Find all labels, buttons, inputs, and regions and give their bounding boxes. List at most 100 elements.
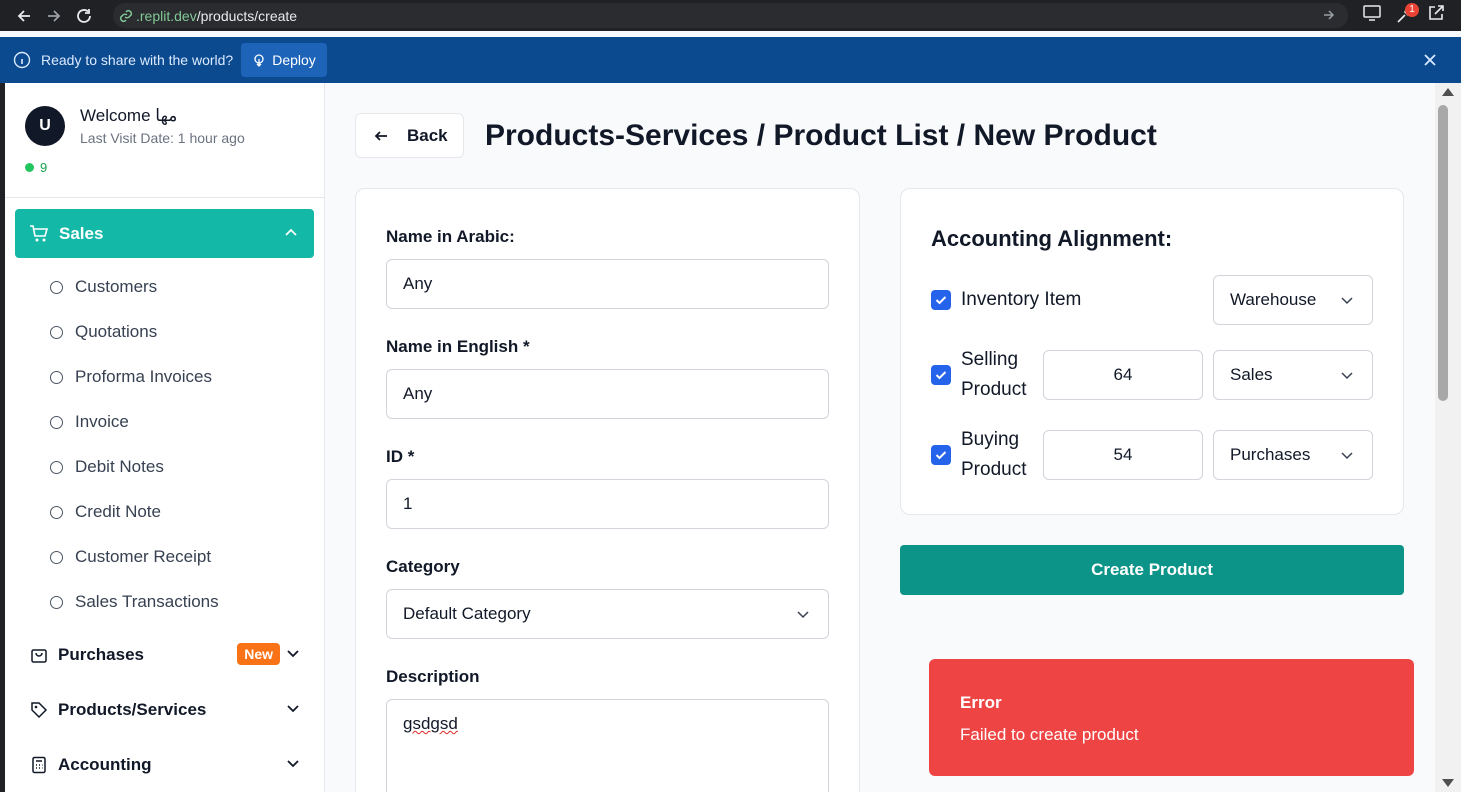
- main-content: Back Products-Services / Product List / …: [325, 83, 1435, 792]
- deploy-banner: Ready to share with the world? Deploy: [0, 37, 1461, 83]
- id-input[interactable]: 1: [386, 479, 829, 529]
- sidebar-item-quotations[interactable]: Quotations: [50, 320, 157, 344]
- sidebar-item-proforma-invoices[interactable]: Proforma Invoices: [50, 365, 212, 389]
- buying-product-checkbox[interactable]: [931, 445, 951, 465]
- sidebar-item-label: Products/Services: [58, 700, 207, 719]
- name-arabic-label: Name in Arabic:: [386, 227, 515, 246]
- browser-back-button[interactable]: [9, 0, 39, 31]
- address-bar[interactable]: .replit.dev /products/create: [113, 3, 1348, 28]
- circle-icon: [50, 460, 63, 474]
- extension-badge: 1: [1405, 2, 1419, 17]
- browser-actions: 1: [1363, 0, 1461, 31]
- banner-text: Ready to share with the world?: [41, 52, 234, 68]
- deploy-label: Deploy: [272, 52, 316, 68]
- selling-product-label-line1: Selling: [961, 349, 1019, 370]
- arrow-left-icon: [374, 130, 387, 141]
- extensions-button[interactable]: 1: [1395, 2, 1419, 25]
- circle-icon: [50, 370, 63, 384]
- sidebar-item-products-services[interactable]: Products/Services: [30, 696, 300, 724]
- chevron-down-icon: [286, 647, 300, 661]
- selling-product-checkbox[interactable]: [931, 365, 951, 385]
- sidebar-item-label: Credit Note: [75, 502, 161, 521]
- circle-icon: [50, 550, 63, 564]
- go-arrow-icon[interactable]: [1322, 8, 1336, 25]
- check-icon: [935, 371, 947, 380]
- back-label: Back: [407, 125, 448, 145]
- description-textarea[interactable]: gsdgsd: [386, 699, 829, 792]
- chevron-down-icon: [286, 757, 300, 771]
- welcome-text: Welcome مها: [80, 106, 178, 125]
- name-arabic-input[interactable]: Any: [386, 259, 829, 309]
- calculator-icon: [32, 756, 46, 774]
- sidebar-item-sales[interactable]: Sales: [15, 209, 314, 258]
- link-icon: [119, 9, 133, 23]
- scroll-down-icon[interactable]: [1442, 779, 1454, 787]
- arrow-left-icon: [17, 9, 30, 22]
- buying-account-input[interactable]: 54: [1043, 430, 1203, 480]
- inventory-account-select[interactable]: Warehouse: [1213, 275, 1373, 325]
- category-select[interactable]: Default Category: [386, 589, 829, 639]
- sidebar-item-credit-note[interactable]: Credit Note: [50, 500, 161, 524]
- close-icon[interactable]: [1423, 53, 1437, 67]
- avatar[interactable]: U: [25, 106, 65, 146]
- scroll-thumb[interactable]: [1438, 105, 1448, 401]
- sidebar-item-label: Quotations: [75, 322, 158, 341]
- selling-account-input[interactable]: 64: [1043, 350, 1203, 400]
- circle-icon: [50, 325, 63, 339]
- category-value: Default Category: [403, 604, 531, 623]
- scroll-up-icon[interactable]: [1442, 88, 1454, 96]
- inventory-account-value: Warehouse: [1230, 290, 1317, 309]
- sidebar-item-customer-receipt[interactable]: Customer Receipt: [50, 545, 211, 569]
- sidebar-item-label: Customers: [75, 277, 158, 296]
- circle-icon: [50, 595, 63, 609]
- chevron-down-icon: [286, 702, 300, 716]
- id-label: ID *: [386, 447, 415, 466]
- last-visit-text: Last Visit Date: 1 hour ago: [80, 130, 245, 146]
- toast-title: Error: [960, 693, 1002, 712]
- toast-message: Failed to create product: [960, 725, 1139, 744]
- browser-toolbar: .replit.dev /products/create 1: [0, 0, 1461, 31]
- sidebar-item-invoice[interactable]: Invoice: [50, 410, 129, 434]
- bag-icon: [31, 649, 47, 663]
- circle-icon: [50, 415, 63, 429]
- deploy-button[interactable]: Deploy: [241, 43, 327, 77]
- selling-account-value: Sales: [1230, 365, 1273, 384]
- page-title: Products-Services / Product List / New P…: [485, 119, 1157, 152]
- chevron-down-icon: [1340, 369, 1354, 383]
- back-button[interactable]: Back: [355, 113, 464, 158]
- sidebar-item-sales-transactions[interactable]: Sales Transactions: [50, 590, 219, 614]
- monitor-icon[interactable]: [1363, 5, 1381, 26]
- buying-account-select[interactable]: Purchases: [1213, 430, 1373, 480]
- check-icon: [935, 451, 947, 460]
- sidebar: U Welcome مها Last Visit Date: 1 hour ag…: [5, 83, 325, 792]
- sidebar-item-label: Sales: [59, 223, 104, 243]
- name-english-input[interactable]: Any: [386, 369, 829, 419]
- sidebar-item-debit-notes[interactable]: Debit Notes: [50, 455, 164, 479]
- sidebar-item-label: Purchases: [58, 645, 144, 664]
- create-product-button[interactable]: Create Product: [900, 545, 1404, 595]
- url-domain: .replit.dev: [136, 7, 197, 24]
- scrollbar[interactable]: [1435, 83, 1461, 792]
- online-indicator: 9: [25, 160, 47, 175]
- error-toast[interactable]: Error Failed to create product: [929, 659, 1414, 776]
- sidebar-item-label: Accounting: [58, 755, 152, 774]
- sidebar-item-label: Proforma Invoices: [75, 367, 212, 386]
- open-external-icon[interactable]: [1427, 4, 1445, 27]
- cart-icon: [30, 224, 49, 241]
- buying-product-label-line1: Buying: [961, 429, 1020, 450]
- sidebar-item-label: Debit Notes: [75, 457, 164, 476]
- inventory-item-checkbox[interactable]: [931, 290, 951, 310]
- chevron-down-icon: [1340, 449, 1354, 463]
- name-english-label: Name in English *: [386, 337, 530, 356]
- browser-reload-button[interactable]: [69, 0, 99, 31]
- sidebar-item-accounting[interactable]: Accounting: [30, 751, 300, 779]
- selling-account-select[interactable]: Sales: [1213, 350, 1373, 400]
- online-dot-icon: [25, 163, 34, 172]
- sidebar-item-label: Invoice: [75, 412, 129, 431]
- sidebar-item-customers[interactable]: Customers: [50, 275, 157, 299]
- sidebar-item-purchases[interactable]: Purchases New: [30, 641, 300, 669]
- browser-forward-button[interactable]: [39, 0, 69, 31]
- chevron-down-icon: [1340, 294, 1354, 308]
- chevron-down-icon: [796, 608, 810, 622]
- description-value: gsdgsd: [403, 714, 458, 733]
